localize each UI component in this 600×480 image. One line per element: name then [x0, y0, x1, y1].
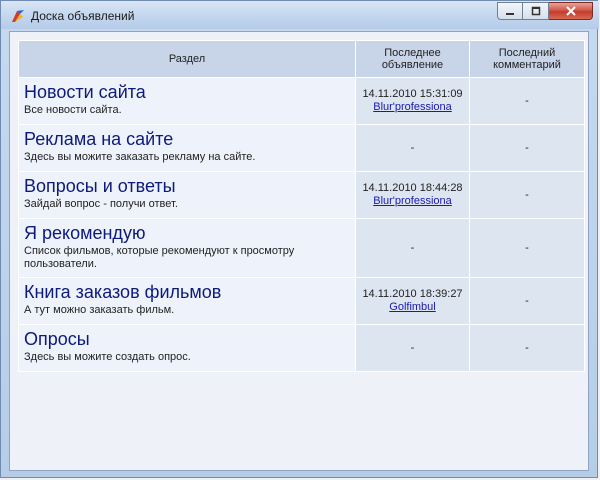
table-row: Опросы Здесь вы можите создать опрос. - … — [18, 324, 585, 372]
section-cell: Книга заказов фильмов А тут можно заказа… — [18, 277, 356, 325]
section-cell: Я рекомендую Список фильмов, которые рек… — [18, 218, 356, 278]
last-post-date: - — [410, 341, 415, 354]
column-header-section: Раздел — [18, 40, 356, 78]
section-description: Список фильмов, которые рекомендуют к пр… — [24, 245, 295, 270]
table-row: Реклама на сайте Здесь вы можите заказат… — [18, 124, 585, 172]
section-link-recommend[interactable]: Я рекомендую — [24, 223, 350, 244]
section-cell: Опросы Здесь вы можите создать опрос. — [18, 324, 356, 372]
section-cell: Новости сайта Все новости сайта. — [18, 77, 356, 125]
table-row: Книга заказов фильмов А тут можно заказа… — [18, 277, 585, 325]
last-comment-cell: - — [469, 124, 585, 172]
last-comment-value: - — [525, 342, 529, 354]
section-link-questions[interactable]: Вопросы и ответы — [24, 176, 350, 197]
column-header-last-comment: Последний комментарий — [469, 40, 585, 78]
window-controls — [497, 2, 593, 20]
last-post-date: - — [410, 241, 415, 254]
section-link-orders[interactable]: Книга заказов фильмов — [24, 282, 350, 303]
last-post-cell: - — [355, 324, 470, 372]
column-header-last-post: Последнее объявление — [355, 40, 470, 78]
window-title: Доска объявлений — [31, 9, 135, 23]
section-cell: Вопросы и ответы Зайдай вопрос - получи … — [18, 171, 356, 219]
sections-table: Раздел Последнее объявление Последний ко… — [18, 40, 585, 372]
maximize-button[interactable] — [523, 2, 549, 20]
last-post-date: - — [410, 141, 415, 154]
close-icon — [565, 6, 576, 16]
table-row: Новости сайта Все новости сайта. 14.11.2… — [18, 77, 585, 125]
section-description: Здесь вы можите заказать рекламу на сайт… — [24, 151, 256, 163]
last-comment-cell: - — [469, 77, 585, 125]
last-post-cell: 14.11.2010 18:39:27 Golfimbul — [355, 277, 470, 325]
last-post-author-link[interactable]: Golfimbul — [357, 301, 468, 314]
last-post-cell: 14.11.2010 18:44:28 Blur'professiona — [355, 171, 470, 219]
last-comment-cell: - — [469, 324, 585, 372]
maximize-icon — [531, 6, 540, 16]
last-comment-cell: - — [469, 277, 585, 325]
section-description: Зайдай вопрос - получи ответ. — [24, 198, 178, 210]
section-link-ads[interactable]: Реклама на сайте — [24, 129, 350, 150]
last-comment-value: - — [525, 189, 529, 201]
last-post-cell: 14.11.2010 15:31:09 Blur'professiona — [355, 77, 470, 125]
last-comment-value: - — [525, 142, 529, 154]
section-link-news[interactable]: Новости сайта — [24, 82, 350, 103]
last-post-author-link[interactable]: Blur'professiona — [357, 101, 468, 114]
section-description: Здесь вы можите создать опрос. — [24, 351, 191, 363]
minimize-icon — [506, 13, 514, 15]
section-description: А тут можно заказать фильм. — [24, 304, 175, 316]
last-post-date: 14.11.2010 18:44:28 — [362, 182, 463, 194]
app-icon — [12, 10, 24, 22]
close-button[interactable] — [549, 2, 593, 20]
table-row: Вопросы и ответы Зайдай вопрос - получи … — [18, 171, 585, 219]
last-comment-value: - — [525, 242, 529, 254]
last-comment-cell: - — [469, 171, 585, 219]
last-post-date: 14.11.2010 15:31:09 — [362, 88, 463, 100]
table-header: Раздел Последнее объявление Последний ко… — [18, 40, 585, 78]
last-comment-cell: - — [469, 218, 585, 278]
last-post-author-link[interactable]: Blur'professiona — [357, 195, 468, 208]
table-row: Я рекомендую Список фильмов, которые рек… — [18, 218, 585, 278]
section-cell: Реклама на сайте Здесь вы можите заказат… — [18, 124, 356, 172]
board-panel: Раздел Последнее объявление Последний ко… — [9, 31, 589, 471]
last-post-cell: - — [355, 218, 470, 278]
last-comment-value: - — [525, 295, 529, 307]
section-link-polls[interactable]: Опросы — [24, 329, 350, 350]
title-bar[interactable]: Доска объявлений — [1, 1, 599, 29]
last-post-cell: - — [355, 124, 470, 172]
last-post-date: 14.11.2010 18:39:27 — [362, 288, 463, 300]
app-window: Доска объявлений Раздел Последнее объявл… — [0, 0, 599, 478]
last-comment-value: - — [525, 95, 529, 107]
section-description: Все новости сайта. — [24, 104, 122, 116]
minimize-button[interactable] — [497, 2, 523, 20]
